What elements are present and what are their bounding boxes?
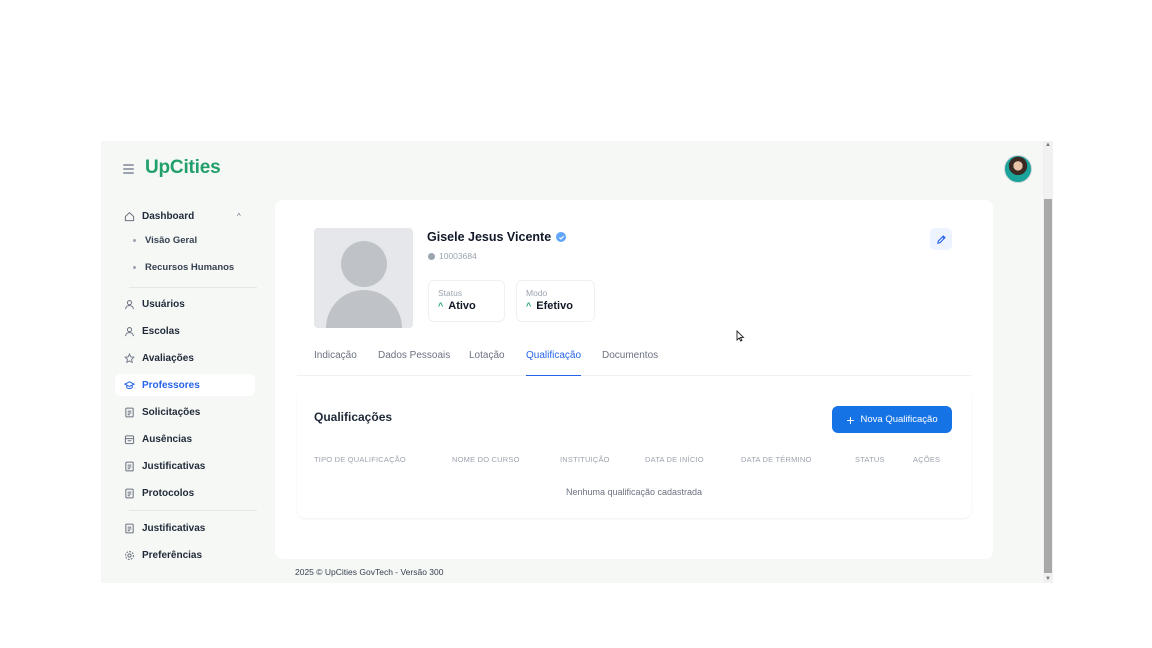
sidebar-item-ausencias[interactable]: Ausências <box>115 428 255 450</box>
divider <box>129 287 257 288</box>
divider <box>129 510 257 511</box>
page-scrollbar[interactable]: ▲ ▼ <box>1043 141 1053 583</box>
sidebar-item-justificativas[interactable]: Justificativas <box>115 455 255 477</box>
tab-lotacao[interactable]: Lotação <box>469 350 505 376</box>
empty-state-message: Nenhuma qualificação cadastrada <box>565 487 703 497</box>
user-badge-icon <box>428 252 435 260</box>
user-avatar[interactable] <box>1004 155 1032 183</box>
profile-tabs: Indicação Dados Pessoais Lotação Qualifi… <box>297 342 971 376</box>
status-value: Ativo <box>448 300 476 312</box>
column-header[interactable]: AÇÕES <box>913 455 940 464</box>
new-qualification-label: Nova Qualificação <box>860 414 938 425</box>
column-header[interactable]: NOME DO CURSO <box>452 455 520 464</box>
plus-icon: + <box>846 411 855 428</box>
sidebar-item-protocolos[interactable]: Protocolos <box>115 482 255 504</box>
mode-label: Modo <box>526 288 548 298</box>
sidebar-item-dashboard[interactable]: Dashboard <box>115 205 255 227</box>
sidebar-item-professores[interactable]: Professores <box>115 374 255 396</box>
star-icon <box>124 352 135 364</box>
column-header[interactable]: STATUS <box>855 455 885 464</box>
tab-indicacao[interactable]: Indicação <box>314 350 357 376</box>
sidebar-item-justificativas-2[interactable]: Justificativas <box>115 517 255 539</box>
column-header[interactable]: DATA DE TÉRMINO <box>741 455 812 464</box>
calendar-icon <box>124 434 135 445</box>
scroll-down-arrow-icon[interactable]: ▼ <box>1045 576 1051 582</box>
mode-pill: Modo ^ Efetivo <box>516 280 595 322</box>
graduation-cap-icon <box>124 380 135 391</box>
home-icon <box>124 211 135 222</box>
profile-photo-placeholder <box>314 228 413 328</box>
scroll-up-arrow-icon[interactable]: ▲ <box>1045 142 1051 148</box>
column-header[interactable]: DATA DE INÍCIO <box>645 455 704 464</box>
profile-id: 10003684 <box>428 251 477 261</box>
edit-button[interactable] <box>930 228 952 250</box>
mode-value: Efetivo <box>536 300 573 312</box>
sidebar-item-label: Preferências <box>142 549 203 561</box>
column-header[interactable]: INSTITUIÇÃO <box>560 455 610 464</box>
sidebar-item-label: Ausências <box>142 433 193 445</box>
status-label: Status <box>438 288 463 298</box>
tab-documentos[interactable]: Documentos <box>602 350 658 376</box>
verified-badge-icon <box>556 232 567 242</box>
app-window: UpCities Dashboard ^ Visão Geral Recurso… <box>101 141 1053 583</box>
tab-dados-pessoais[interactable]: Dados Pessoais <box>378 350 450 376</box>
sidebar-item-preferencias[interactable]: Preferências <box>115 544 255 566</box>
sidebar-sub-item-recursos-humanos[interactable]: Recursos Humanos <box>133 258 234 276</box>
scrollbar-thumb[interactable] <box>1044 199 1052 573</box>
sidebar-item-solicitacoes[interactable]: Solicitações <box>115 401 255 423</box>
sidebar-item-label: Escolas <box>142 325 180 337</box>
sidebar-sub-item-label: Visão Geral <box>145 234 198 246</box>
sidebar-item-label: Dashboard <box>142 210 195 222</box>
footer: 2025 © UpCities GovTech - Versão 300 <box>295 567 444 577</box>
main-card: Gisele Jesus Vicente 10003684 Status ^ At… <box>275 200 993 559</box>
document-icon <box>124 407 135 418</box>
profile-name-text: Gisele Jesus Vicente <box>427 230 552 244</box>
caret-up-icon: ^ <box>526 301 532 311</box>
column-header[interactable]: TIPO DE QUALIFICAÇÃO <box>314 455 406 464</box>
tab-qualificacao[interactable]: Qualificação <box>526 350 582 376</box>
sidebar-item-escolas[interactable]: Escolas <box>115 320 255 342</box>
logo[interactable]: UpCities <box>145 157 221 179</box>
pencil-icon <box>936 234 946 244</box>
menu-icon[interactable] <box>123 164 134 174</box>
qualifications-title: Qualificações <box>314 410 393 424</box>
document-icon <box>124 523 135 534</box>
chevron-up-icon[interactable]: ^ <box>237 212 241 221</box>
gear-icon <box>124 550 135 561</box>
profile-name: Gisele Jesus Vicente <box>427 230 567 244</box>
new-qualification-button[interactable]: + Nova Qualificação <box>832 406 952 433</box>
document-icon <box>124 461 135 472</box>
sidebar-sub-item-visao-geral[interactable]: Visão Geral <box>133 231 197 249</box>
sidebar-item-label: Protocolos <box>142 487 195 499</box>
caret-up-icon: ^ <box>438 301 444 311</box>
sidebar-item-usuarios[interactable]: Usuários <box>115 293 255 315</box>
sidebar-item-label: Usuários <box>142 298 185 310</box>
user-icon <box>124 326 135 337</box>
sidebar-item-label: Professores <box>142 379 200 391</box>
document-icon <box>124 488 135 499</box>
sidebar-item-label: Solicitações <box>142 406 201 418</box>
sidebar-sub-item-label: Recursos Humanos <box>145 261 235 273</box>
mouse-cursor-icon <box>736 330 745 342</box>
qualifications-card: Qualificações + Nova Qualificação TIPO D… <box>297 388 971 518</box>
sidebar-item-label: Justificativas <box>142 522 206 534</box>
status-pill: Status ^ Ativo <box>428 280 505 322</box>
sidebar-item-avaliacoes[interactable]: Avaliações <box>115 347 255 369</box>
profile-id-text: 10003684 <box>439 251 477 261</box>
user-icon <box>124 299 135 310</box>
sidebar-item-label: Avaliações <box>142 352 194 364</box>
sidebar-item-label: Justificativas <box>142 460 206 472</box>
